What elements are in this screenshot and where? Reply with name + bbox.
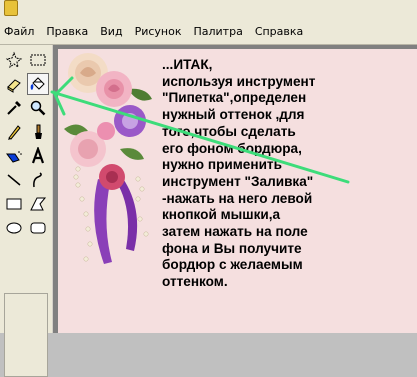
eyedropper-tool[interactable] xyxy=(3,97,25,119)
rounded-rect-icon xyxy=(30,222,46,234)
paint-app-icon xyxy=(4,0,18,16)
eraser-tool[interactable] xyxy=(3,73,25,95)
title-bar xyxy=(0,0,417,18)
curve-icon xyxy=(33,172,42,188)
menu-edit[interactable]: Правка xyxy=(40,25,94,38)
menu-bar: Файл Правка Вид Рисунок Палитра Справка xyxy=(0,18,417,45)
eyedropper-icon xyxy=(7,101,21,115)
canvas-workspace: ...ИТАК, используя инструмент "Пипетка",… xyxy=(53,45,417,333)
rectangle-tool[interactable] xyxy=(3,193,25,215)
drawing-canvas[interactable]: ...ИТАК, используя инструмент "Пипетка",… xyxy=(58,49,417,333)
rect-select-tool[interactable] xyxy=(27,49,49,71)
magnifier-tool[interactable] xyxy=(27,97,49,119)
text-icon xyxy=(31,147,45,164)
brush-tool[interactable] xyxy=(27,121,49,143)
eraser-icon xyxy=(7,79,21,93)
menu-help[interactable]: Справка xyxy=(249,25,309,38)
fill-bucket-icon xyxy=(30,77,45,90)
line-tool[interactable] xyxy=(3,169,25,191)
curve-tool[interactable] xyxy=(27,169,49,191)
menu-image[interactable]: Рисунок xyxy=(129,25,188,38)
pencil-tool[interactable] xyxy=(3,121,25,143)
magnifier-icon xyxy=(30,100,46,116)
airbrush-tool[interactable] xyxy=(3,145,25,167)
toolbox xyxy=(0,45,53,377)
menu-palette[interactable]: Палитра xyxy=(187,25,248,38)
brush-icon xyxy=(35,124,42,139)
free-select-tool[interactable] xyxy=(3,49,25,71)
polygon-tool[interactable] xyxy=(27,193,49,215)
airbrush-icon xyxy=(6,151,22,163)
line-icon xyxy=(7,174,21,186)
rounded-rect-tool[interactable] xyxy=(27,217,49,239)
rectangle-icon xyxy=(6,198,22,210)
text-tool[interactable] xyxy=(27,145,49,167)
rect-select-icon xyxy=(30,54,46,66)
menu-file[interactable]: Файл xyxy=(0,25,40,38)
pencil-icon xyxy=(8,125,21,140)
fill-bucket-tool[interactable] xyxy=(27,73,49,95)
ellipse-icon xyxy=(6,222,22,234)
tool-options-panel[interactable] xyxy=(4,293,48,377)
menu-view[interactable]: Вид xyxy=(94,25,128,38)
free-select-icon xyxy=(5,51,23,69)
polygon-icon xyxy=(30,197,47,211)
ellipse-tool[interactable] xyxy=(3,217,25,239)
instruction-text: ...ИТАК, используя инструмент "Пипетка",… xyxy=(162,57,316,290)
flower-bouquet-image xyxy=(64,53,152,264)
